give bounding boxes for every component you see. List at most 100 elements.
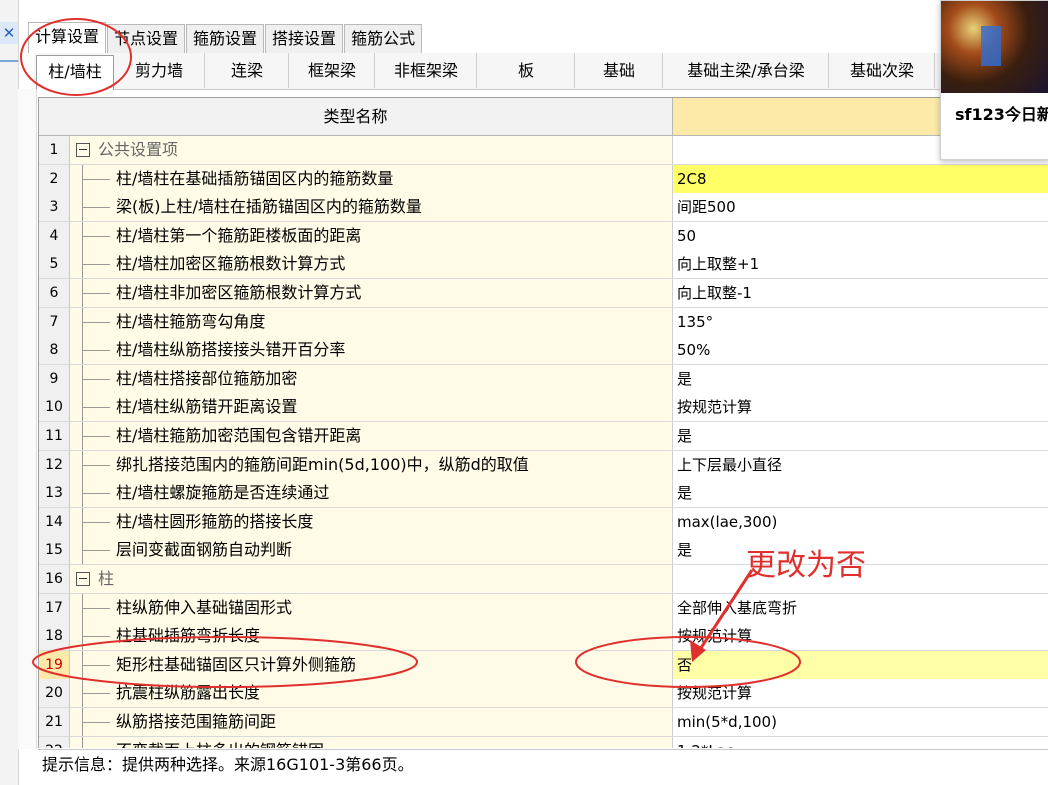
collapse-icon[interactable] xyxy=(76,572,90,586)
row-value[interactable]: max(lae,300) xyxy=(673,507,1048,536)
row-value[interactable]: 135° xyxy=(673,307,1048,336)
subtab-column[interactable]: 柱/墙柱 xyxy=(36,55,114,90)
row-value[interactable]: 向上取整+1 xyxy=(673,250,1048,279)
tab-stirrup-formula[interactable]: 箍筋公式 xyxy=(344,24,423,53)
row-label-cell: 抗震柱纵筋露出长度 xyxy=(70,679,673,708)
row-value[interactable]: 间距500 xyxy=(673,193,1048,222)
row-number: 20 xyxy=(39,679,70,708)
row-label: 公共设置项 xyxy=(98,140,179,159)
row-label: 柱 xyxy=(98,569,115,588)
row-label: 柱/墙柱搭接部位箍筋加密 xyxy=(116,368,298,388)
row-value[interactable]: 是 xyxy=(673,364,1048,393)
row-value[interactable]: 50 xyxy=(673,221,1048,250)
table-row[interactable]: 17 柱纵筋伸入基础锚固形式 全部伸入基底弯折 xyxy=(39,593,1048,623)
row-number: 13 xyxy=(39,479,70,508)
left-panel-strip: ✕ xyxy=(0,0,19,785)
table-row[interactable]: 1 公共设置项 xyxy=(39,136,1048,165)
row-value[interactable]: 按规范计算 xyxy=(673,622,1048,651)
status-info: 提示信息：提供两种选择。来源16G101-3第66页。 xyxy=(38,749,1048,780)
table-row[interactable]: 13 柱/墙柱螺旋箍筋是否连续通过 是 xyxy=(39,479,1048,509)
table-row[interactable]: 8 柱/墙柱纵筋搭接接头错开百分率 50% xyxy=(39,336,1048,366)
row-value[interactable]: 2C8 xyxy=(673,164,1048,193)
ad-thumbnail[interactable] xyxy=(941,1,1048,93)
table-row[interactable]: 22 不变截面上柱多出的钢筋锚固 1.2*Lae xyxy=(39,736,1048,748)
row-number: 3 xyxy=(39,193,70,222)
table-row[interactable]: 19 矩形柱基础锚固区只计算外侧箍筋 否 xyxy=(39,650,1048,680)
table-row[interactable]: 21 纵筋搭接范围箍筋间距 min(5*d,100) xyxy=(39,708,1048,737)
tree-branch-icon xyxy=(70,650,114,679)
table-row[interactable]: 3 梁(板)上柱/墙柱在插筋锚固区内的箍筋数量 间距500 xyxy=(39,193,1048,223)
row-label: 梁(板)上柱/墙柱在插筋锚固区内的箍筋数量 xyxy=(116,197,422,217)
row-label: 纵筋搭接范围箍筋间距 xyxy=(116,712,277,731)
table-row[interactable]: 15 层间变截面钢筋自动判断是 xyxy=(39,536,1048,566)
collapse-icon[interactable] xyxy=(76,143,90,157)
tree-branch-icon xyxy=(70,393,114,422)
tree-branch-icon xyxy=(70,708,114,736)
row-value[interactable]: min(5*d,100) xyxy=(673,708,1048,736)
tree-branch-icon xyxy=(70,736,114,748)
subtab-shear-wall[interactable]: 剪力墙 xyxy=(114,53,205,88)
row-number: 18 xyxy=(39,622,70,651)
row-label: 柱/墙柱螺旋箍筋是否连续通过 xyxy=(116,483,330,503)
table-row[interactable]: 2 柱/墙柱在基础插筋锚固区内的箍筋数量 2C8 xyxy=(39,164,1048,194)
row-label: 层间变截面钢筋自动判断 xyxy=(116,540,293,560)
tree-branch-icon xyxy=(70,479,114,508)
subtab-frame-beam[interactable]: 框架梁 xyxy=(290,53,375,88)
row-value[interactable]: 向上取整-1 xyxy=(673,279,1048,307)
row-value[interactable]: 是 xyxy=(673,479,1048,508)
row-label-cell: 柱/墙柱纵筋错开距离设置 xyxy=(70,393,673,422)
row-value[interactable]: 按规范计算 xyxy=(673,679,1048,708)
tree-branch-icon xyxy=(70,507,114,536)
table-row[interactable]: 16 柱 xyxy=(39,565,1048,594)
ad-title[interactable]: sf123今日新 xyxy=(955,101,1048,125)
row-label: 柱基础插筋弯折长度 xyxy=(116,626,261,646)
row-label: 柱/墙柱非加密区箍筋根数计算方式 xyxy=(116,283,362,302)
row-value[interactable]: 按规范计算 xyxy=(673,393,1048,422)
row-label: 柱纵筋伸入基础锚固形式 xyxy=(116,597,293,617)
table-row[interactable]: 4 柱/墙柱第一个箍筋距楼板面的距离 50 xyxy=(39,221,1048,251)
table-row[interactable]: 14 柱/墙柱圆形箍筋的搭接长度 max(lae,300) xyxy=(39,507,1048,537)
subtab-nonframe-beam[interactable]: 非框架梁 xyxy=(376,53,477,88)
tab-calc-settings[interactable]: 计算设置 xyxy=(28,22,107,53)
row-label-cell: 柱/墙柱箍筋加密范围包含错开距离 xyxy=(70,422,673,450)
table-row[interactable]: 9 柱/墙柱搭接部位箍筋加密 是 xyxy=(39,364,1048,394)
subtab-foundation[interactable]: 基础 xyxy=(576,53,663,88)
close-icon[interactable]: ✕ xyxy=(0,22,18,44)
table-row[interactable]: 11 柱/墙柱箍筋加密范围包含错开距离 是 xyxy=(39,422,1048,451)
row-value[interactable]: 全部伸入基底弯折 xyxy=(673,593,1048,622)
table-row[interactable]: 6 柱/墙柱非加密区箍筋根数计算方式 向上取整-1 xyxy=(39,279,1048,308)
row-number: 9 xyxy=(39,364,70,393)
row-number: 8 xyxy=(39,336,70,365)
row-number: 1 xyxy=(39,136,70,164)
row-label: 矩形柱基础锚固区只计算外侧箍筋 xyxy=(116,654,357,674)
table-row[interactable]: 20 抗震柱纵筋露出长度 按规范计算 xyxy=(39,679,1048,709)
table-row[interactable]: 7 柱/墙柱箍筋弯勾角度 135° xyxy=(39,307,1048,337)
row-label: 柱/墙柱第一个箍筋距楼板面的距离 xyxy=(116,225,362,245)
table-row[interactable]: 12 绑扎搭接范围内的箍筋间距min(5d,100)中，纵筋d的取值 上下层最小直径 xyxy=(39,450,1048,480)
row-number: 15 xyxy=(39,536,70,565)
subtab-foundation-main-beam[interactable]: 基础主梁/承台梁 xyxy=(664,53,829,88)
row-label-cell: 绑扎搭接范围内的箍筋间距min(5d,100)中，纵筋d的取值 xyxy=(70,450,673,479)
row-label: 不变截面上柱多出的钢筋锚固 xyxy=(114,737,324,748)
subtab-coupling-beam[interactable]: 连梁 xyxy=(206,53,289,88)
subtab-slab[interactable]: 板 xyxy=(478,53,575,88)
row-value[interactable]: 50% xyxy=(673,336,1048,365)
row-value[interactable]: 上下层最小直径 xyxy=(673,450,1048,479)
element-tab-bar: 柱/墙柱 剪力墙 连梁 框架梁 非框架梁 板 基础 基础主梁/承台梁 基础次梁 xyxy=(34,53,1048,90)
tab-stirrup-settings[interactable]: 箍筋设置 xyxy=(186,24,265,53)
row-label: 柱/墙柱纵筋搭接接头错开百分率 xyxy=(116,340,346,360)
tab-lap-settings[interactable]: 搭接设置 xyxy=(265,24,344,53)
table-row[interactable]: 10 柱/墙柱纵筋错开距离设置 按规范计算 xyxy=(39,393,1048,423)
table-row[interactable]: 5 柱/墙柱加密区箍筋根数计算方式 向上取整+1 xyxy=(39,250,1048,280)
table-row[interactable]: 18 柱基础插筋弯折长度 按规范计算 xyxy=(39,622,1048,652)
row-number: 12 xyxy=(39,450,70,479)
ad-popup[interactable]: sf123今日新 xyxy=(940,0,1048,160)
row-value[interactable]: 1.2*Lae xyxy=(673,736,1048,748)
tab-node-settings[interactable]: 节点设置 xyxy=(107,24,186,53)
row-value[interactable]: 是 xyxy=(673,422,1048,450)
tree-branch-icon xyxy=(70,364,114,393)
tree-branch-icon xyxy=(70,193,114,222)
subtab-foundation-secondary-beam[interactable]: 基础次梁 xyxy=(830,53,935,88)
row-value[interactable]: 否 xyxy=(673,650,1048,679)
tree-branch-icon xyxy=(70,422,114,450)
